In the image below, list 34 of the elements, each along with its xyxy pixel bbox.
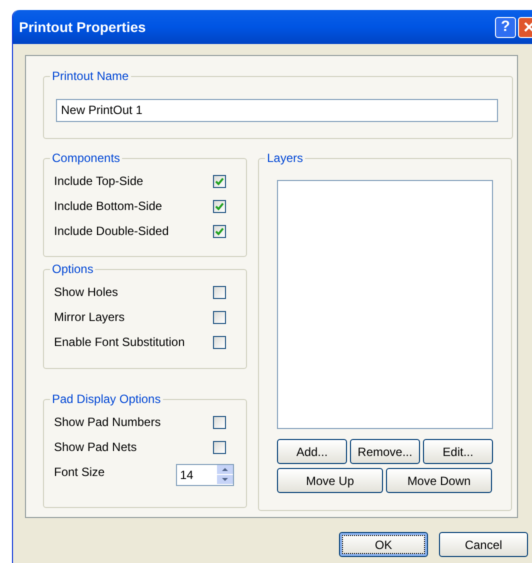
window-title: Printout Properties [19,18,147,37]
checkbox[interactable] [213,310,226,324]
layer-button[interactable]: Add... [277,439,347,464]
check-icon [215,202,224,210]
close-icon [522,21,532,33]
group-title: Pad Display Options [50,391,163,407]
font-size-spinner[interactable]: 14 [176,464,234,486]
checkbox[interactable] [213,336,226,348]
option-label: Font Size [54,464,105,481]
check-icon [215,176,224,186]
checkbox[interactable] [213,224,226,238]
move-button[interactable]: Move Up [277,468,383,493]
option-label: Include Bottom-Side [54,198,162,215]
check-icon [215,226,224,236]
option-label: Mirror Layers [54,309,125,326]
checkbox[interactable] [213,200,226,212]
checkbox[interactable] [213,174,226,188]
dialog-button[interactable]: OK [339,532,428,557]
help-button[interactable]: ? [495,16,516,38]
checkbox[interactable] [213,286,226,298]
option-label: Enable Font Substitution [54,334,185,351]
option-label: Show Pad Nets [54,439,137,456]
option-label: Show Pad Numbers [54,414,161,431]
layer-button[interactable]: Remove... [350,439,420,464]
option-label: Include Double-Sided [54,223,169,240]
option-label: Show Holes [54,284,118,301]
group-title: Options [50,261,96,277]
dialog-button[interactable]: Cancel [439,532,528,557]
printout-name-field[interactable]: New PrintOut 1 [56,98,498,122]
checkbox[interactable] [213,416,226,428]
option-label: Include Top-Side [54,173,144,190]
move-button[interactable]: Move Down [386,468,492,493]
layer-button[interactable]: Edit... [423,439,493,464]
checkbox[interactable] [213,440,226,454]
